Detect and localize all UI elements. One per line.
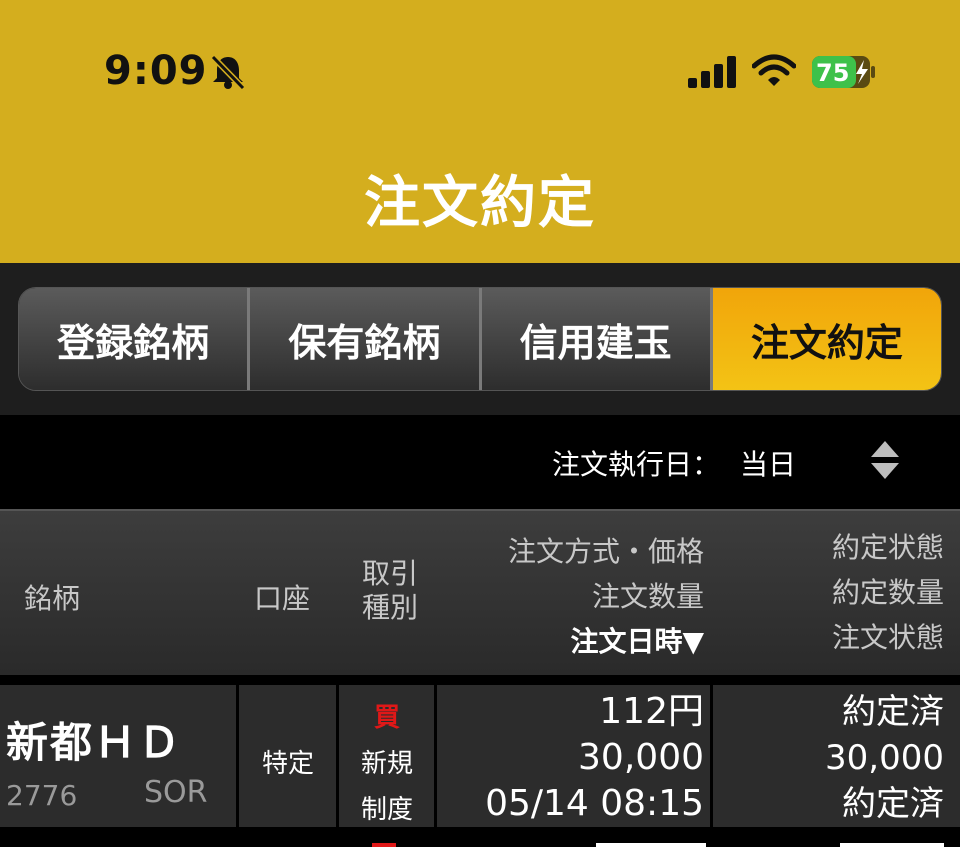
header-quantity: 注文数量 bbox=[591, 580, 704, 613]
header-order-method[interactable]: 注文方式・価格 注文数量 注文日時▼ bbox=[508, 529, 704, 664]
tab-holdings[interactable]: 保有銘柄 bbox=[250, 288, 482, 390]
market-label: SOR bbox=[144, 775, 208, 810]
header-exec-state: 約定状態 bbox=[831, 531, 944, 564]
page-title: 注文約定 bbox=[364, 171, 596, 236]
side-badge-partial bbox=[372, 843, 396, 847]
execution-details: 約定済 30,000 約定済 bbox=[825, 689, 944, 827]
header-meigara: 銘柄 bbox=[24, 582, 81, 615]
table-header: 銘柄 口座 取引 種別 注文方式・価格 注文数量 注文日時▼ 約定状態 約定数量… bbox=[0, 509, 960, 675]
segmented-control: 登録銘柄 保有銘柄 信用建玉 注文約定 bbox=[18, 287, 942, 391]
divider bbox=[0, 675, 960, 685]
svg-text:75: 75 bbox=[816, 59, 849, 87]
exec-state: 約定済 bbox=[842, 692, 944, 732]
header-account: 口座 bbox=[254, 582, 311, 615]
filter-row[interactable]: 注文執行日： 当日 bbox=[0, 415, 960, 509]
tab-strip: 登録銘柄 保有銘柄 信用建玉 注文約定 bbox=[0, 263, 960, 415]
order-details: 112円 30,000 05/14 08:15 bbox=[485, 689, 704, 827]
order-quantity: 30,000 bbox=[578, 737, 704, 778]
divider bbox=[336, 685, 339, 827]
header-order-state: 注文状態 bbox=[831, 621, 944, 654]
cellular-signal-icon bbox=[688, 56, 736, 88]
top-bar: 9:09 75 注文約定 bbox=[0, 0, 960, 263]
state-partial bbox=[840, 843, 944, 847]
order-state: 約定済 bbox=[842, 784, 944, 824]
price-partial bbox=[596, 843, 706, 847]
exec-quantity: 30,000 bbox=[825, 738, 944, 778]
header-execution: 約定状態 約定数量 注文状態 bbox=[832, 525, 944, 660]
tab-registered-stocks[interactable]: 登録銘柄 bbox=[19, 288, 251, 390]
header-datetime-sorted[interactable]: 注文日時▼ bbox=[508, 619, 704, 664]
stock-code: 2776 bbox=[6, 779, 78, 812]
header-exec-qty: 約定数量 bbox=[831, 576, 944, 609]
header-trade-type: 取引 種別 bbox=[362, 557, 419, 624]
divider bbox=[434, 685, 437, 827]
battery-charging-icon: 75 bbox=[812, 56, 875, 88]
table-row[interactable]: 新都ＨＤ 2776 SOR 特定 買 新規 制度 112円 30,000 05/… bbox=[0, 685, 960, 827]
wifi-icon bbox=[752, 54, 796, 86]
sort-toggle-icon[interactable] bbox=[866, 439, 904, 481]
trade-type: 買 新規 制度 bbox=[352, 695, 422, 833]
tab-margin-positions[interactable]: 信用建玉 bbox=[481, 288, 713, 390]
account-type: 特定 bbox=[262, 749, 315, 779]
header-method-price: 注文方式・価格 bbox=[507, 535, 704, 568]
filter-label: 注文執行日： bbox=[552, 448, 721, 481]
order-price: 112円 bbox=[599, 691, 704, 732]
filter-value[interactable]: 当日 bbox=[740, 443, 796, 483]
divider bbox=[236, 685, 239, 827]
table-row-partial[interactable] bbox=[0, 827, 960, 847]
bell-slash-icon bbox=[210, 54, 246, 90]
divider bbox=[710, 685, 713, 827]
tab-orders-executions[interactable]: 注文約定 bbox=[712, 288, 941, 390]
order-datetime: 05/14 08:15 bbox=[485, 783, 704, 824]
order-type: 新規 bbox=[360, 749, 413, 779]
status-time: 9:09 bbox=[104, 48, 208, 94]
side-badge: 買 bbox=[373, 703, 400, 733]
stock-name: 新都ＨＤ bbox=[6, 718, 183, 767]
